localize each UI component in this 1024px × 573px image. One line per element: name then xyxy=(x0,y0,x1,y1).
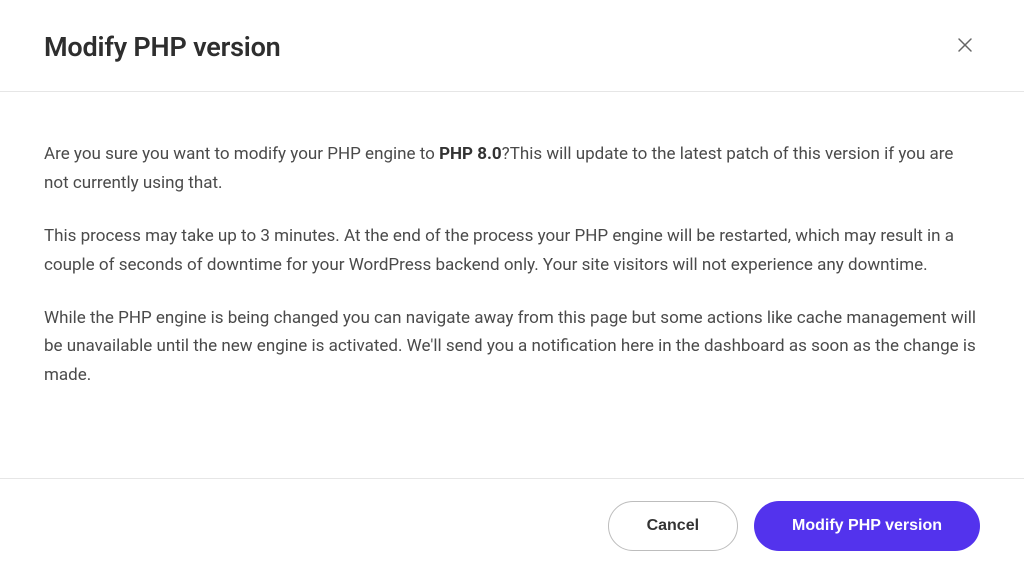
modify-php-modal: Modify PHP version Are you sure you want… xyxy=(0,0,1024,573)
confirm-text-paragraph-2: This process may take up to 3 minutes. A… xyxy=(44,222,980,280)
close-icon xyxy=(956,36,974,57)
modal-body: Are you sure you want to modify your PHP… xyxy=(0,92,1024,478)
cancel-button[interactable]: Cancel xyxy=(608,501,738,551)
confirm-text-paragraph-3: While the PHP engine is being changed yo… xyxy=(44,304,980,391)
modal-footer: Cancel Modify PHP version xyxy=(0,478,1024,573)
modal-title: Modify PHP version xyxy=(44,31,281,63)
modal-header: Modify PHP version xyxy=(0,0,1024,92)
confirm-text-paragraph-1: Are you sure you want to modify your PHP… xyxy=(44,140,980,198)
confirm-text-prefix: Are you sure you want to modify your PHP… xyxy=(44,144,439,164)
confirm-modify-button[interactable]: Modify PHP version xyxy=(754,501,980,551)
php-version-value: PHP 8.0 xyxy=(439,144,502,164)
close-button[interactable] xyxy=(950,30,980,63)
